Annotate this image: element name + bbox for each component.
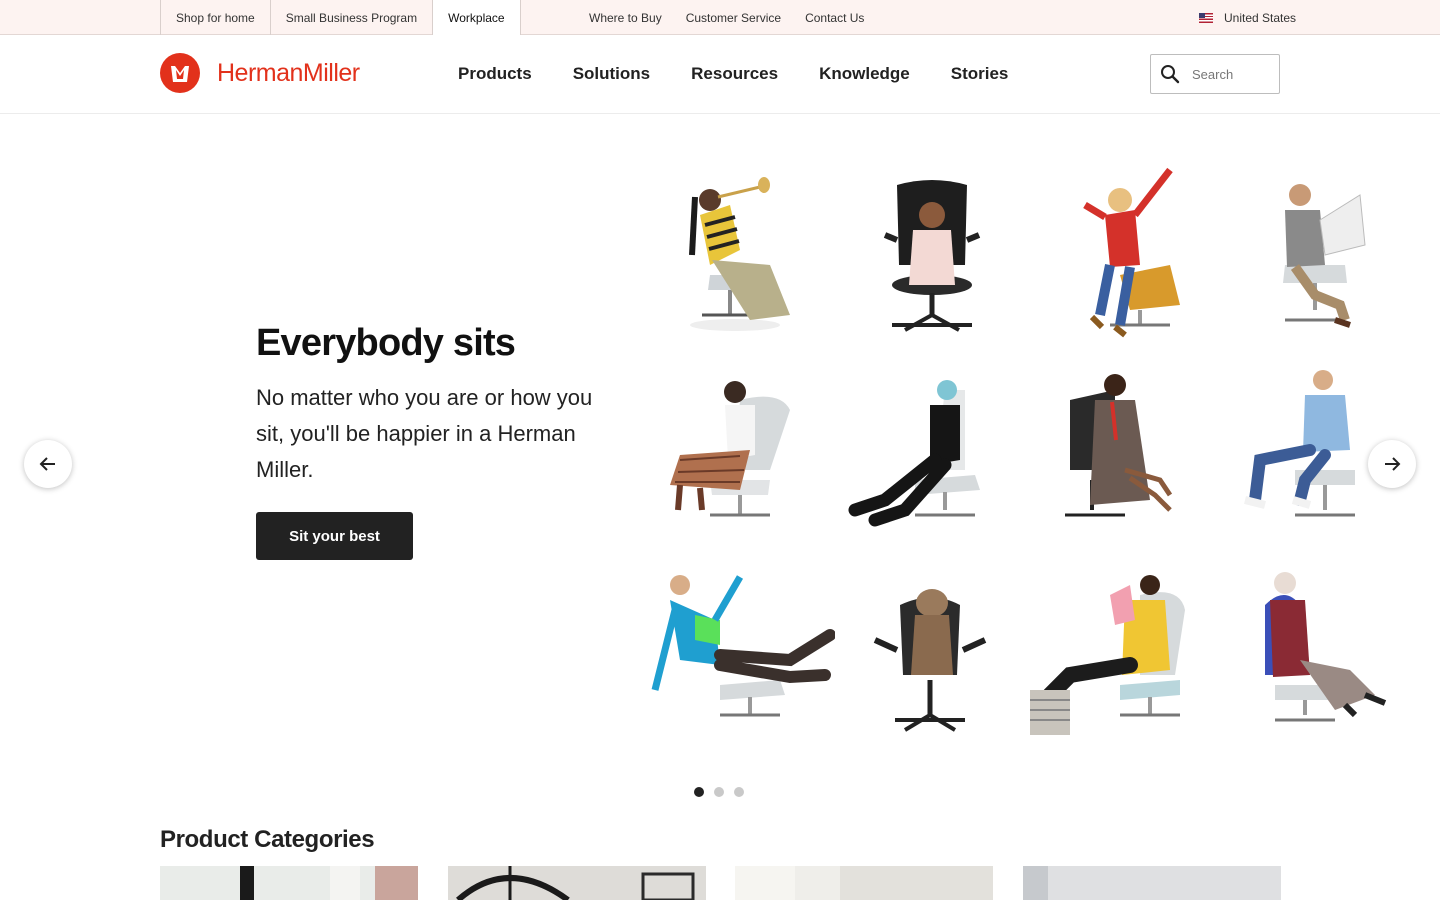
customer-service-link[interactable]: Customer Service bbox=[686, 11, 781, 25]
carousel-prev-button[interactable] bbox=[24, 440, 72, 488]
search-box[interactable] bbox=[1150, 54, 1280, 94]
category-image-2 bbox=[448, 866, 706, 900]
dog-on-chair-image bbox=[873, 589, 987, 732]
category-image-3 bbox=[735, 866, 993, 900]
man-stretching-image bbox=[1083, 167, 1180, 338]
carousel-next-button[interactable] bbox=[1368, 440, 1416, 488]
person-in-black-image bbox=[848, 380, 980, 527]
brand-wordmark: HermanMiller bbox=[217, 58, 360, 87]
carousel-pagination bbox=[694, 787, 744, 797]
child-in-chair-image bbox=[883, 180, 981, 332]
tab-workplace[interactable]: Workplace bbox=[432, 0, 521, 36]
sit-your-best-button[interactable]: Sit your best bbox=[256, 512, 413, 560]
carousel-dot-3[interactable] bbox=[734, 787, 744, 797]
utility-links: Where to Buy Customer Service Contact Us bbox=[589, 0, 864, 35]
category-image-1 bbox=[160, 866, 418, 900]
carousel-dot-2[interactable] bbox=[714, 787, 724, 797]
region-label: United States bbox=[1224, 10, 1297, 25]
category-card-4[interactable] bbox=[1023, 866, 1281, 900]
brand-logo[interactable]: HermanMiller bbox=[160, 53, 360, 93]
hero-title: Everybody sits bbox=[256, 322, 516, 364]
man-leaning-back-image bbox=[651, 575, 835, 717]
category-card-2[interactable] bbox=[448, 866, 706, 900]
woman-in-coat-image bbox=[1065, 374, 1173, 517]
arrow-right-icon bbox=[1385, 457, 1401, 471]
tab-shop-for-home[interactable]: Shop for home bbox=[160, 0, 270, 35]
search-icon bbox=[1161, 65, 1180, 84]
main-nav: Products Solutions Resources Knowledge S… bbox=[458, 35, 1008, 113]
trumpet-player-image bbox=[689, 177, 790, 331]
woman-in-floral-dress-image bbox=[1265, 572, 1387, 722]
region-selector[interactable]: United States bbox=[1199, 0, 1296, 35]
contact-us-link[interactable]: Contact Us bbox=[805, 11, 864, 25]
nav-solutions[interactable]: Solutions bbox=[573, 64, 650, 84]
tab-small-business[interactable]: Small Business Program bbox=[269, 0, 432, 35]
site-header: HermanMiller Products Solutions Resource… bbox=[0, 35, 1440, 114]
audience-tabs: Shop for home Small Business Program Wor… bbox=[160, 0, 521, 36]
people-in-chairs-grid bbox=[640, 155, 1420, 755]
search-input[interactable] bbox=[1192, 66, 1272, 82]
category-image-4 bbox=[1023, 866, 1281, 900]
category-card-1[interactable] bbox=[160, 866, 418, 900]
nav-resources[interactable]: Resources bbox=[691, 64, 778, 84]
nav-stories[interactable]: Stories bbox=[951, 64, 1009, 84]
herman-miller-logo-icon bbox=[160, 53, 200, 93]
nav-knowledge[interactable]: Knowledge bbox=[819, 64, 910, 84]
woman-reading-magazine-image bbox=[1030, 575, 1185, 735]
product-categories-title: Product Categories bbox=[160, 826, 375, 853]
category-card-3[interactable] bbox=[735, 866, 993, 900]
hero-description: No matter who you are or how you sit, yo… bbox=[256, 385, 593, 482]
where-to-buy-link[interactable]: Where to Buy bbox=[589, 11, 662, 25]
woman-reclining-image bbox=[670, 381, 790, 517]
man-reading-newspaper-image bbox=[1283, 184, 1366, 328]
utility-bar: Shop for home Small Business Program Wor… bbox=[0, 0, 1440, 36]
nav-products[interactable]: Products bbox=[458, 64, 532, 84]
us-flag-icon bbox=[1199, 12, 1213, 23]
arrow-left-icon bbox=[39, 457, 55, 471]
carousel-dot-1[interactable] bbox=[694, 787, 704, 797]
